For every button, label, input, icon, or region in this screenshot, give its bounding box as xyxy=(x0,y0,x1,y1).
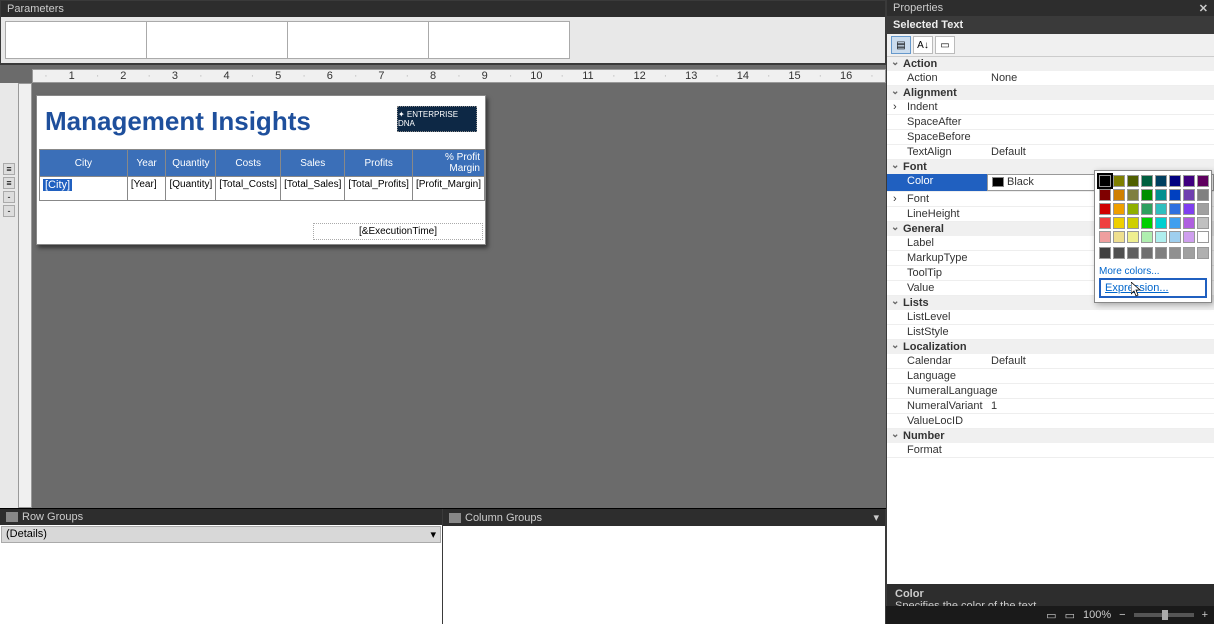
color-swatch[interactable] xyxy=(1155,247,1167,259)
color-swatch[interactable] xyxy=(1099,217,1111,229)
handle-icon[interactable]: ≡ xyxy=(3,163,15,175)
color-swatch[interactable] xyxy=(1183,231,1195,243)
param-cell[interactable] xyxy=(428,21,570,59)
tablix[interactable]: CityYearQuantityCostsSalesProfits% Profi… xyxy=(39,149,485,201)
color-swatch[interactable] xyxy=(1155,203,1167,215)
view-icon[interactable]: ▭ xyxy=(1046,609,1056,622)
categorized-button[interactable]: ▤ xyxy=(891,36,911,54)
properties-grid[interactable]: ActionActionNoneAlignment› IndentSpaceAf… xyxy=(887,57,1214,584)
color-swatch[interactable] xyxy=(1197,175,1209,187)
color-swatch[interactable] xyxy=(1155,175,1167,187)
more-colors-link[interactable]: More colors... xyxy=(1099,265,1207,278)
color-swatch[interactable] xyxy=(1141,217,1153,229)
color-swatch[interactable] xyxy=(1169,189,1181,201)
color-swatch[interactable] xyxy=(1169,175,1181,187)
chevron-down-icon[interactable]: ▾ xyxy=(430,528,436,541)
color-swatch[interactable] xyxy=(1099,231,1111,243)
color-swatch[interactable] xyxy=(1099,247,1111,259)
execution-time-field[interactable]: [&ExecutionTime] xyxy=(313,223,483,240)
param-cell[interactable] xyxy=(5,21,147,59)
color-swatch[interactable] xyxy=(1113,189,1125,201)
handle-icon[interactable]: - xyxy=(3,191,15,203)
color-swatch[interactable] xyxy=(1127,217,1139,229)
color-swatch[interactable] xyxy=(1197,217,1209,229)
color-swatch[interactable] xyxy=(1169,203,1181,215)
color-swatch[interactable] xyxy=(1127,231,1139,243)
properties-header: Properties ✕ xyxy=(887,0,1214,16)
color-swatch[interactable] xyxy=(1127,203,1139,215)
color-swatch[interactable] xyxy=(1155,189,1167,201)
color-swatch[interactable] xyxy=(1197,247,1209,259)
logo-image[interactable]: ✦ ENTERPRISE DNA xyxy=(397,106,477,132)
handle-icon[interactable]: - xyxy=(3,205,15,217)
view-icon[interactable]: ▭ xyxy=(1065,609,1075,622)
color-swatch[interactable] xyxy=(1183,203,1195,215)
color-swatch[interactable] xyxy=(1183,189,1195,201)
color-swatch[interactable] xyxy=(1169,231,1181,243)
row-handles: ≡ ≡ - - xyxy=(0,83,18,508)
zoom-out-button[interactable]: − xyxy=(1119,609,1125,621)
color-swatch[interactable] xyxy=(1141,175,1153,187)
color-swatch[interactable] xyxy=(1197,189,1209,201)
color-swatch[interactable] xyxy=(1169,247,1181,259)
color-swatch[interactable] xyxy=(1127,175,1139,187)
parameters-body xyxy=(1,17,885,63)
color-swatch[interactable] xyxy=(1141,203,1153,215)
color-swatch[interactable] xyxy=(1099,203,1111,215)
zoom-in-button[interactable]: + xyxy=(1202,609,1208,621)
property-pages-button[interactable]: ▭ xyxy=(935,36,955,54)
selected-text-label: Selected Text xyxy=(887,16,1214,34)
zoom-slider[interactable] xyxy=(1134,613,1194,617)
param-cell[interactable] xyxy=(287,21,429,59)
color-swatch[interactable] xyxy=(1127,247,1139,259)
properties-toolbar: ▤ A↓ ▭ xyxy=(887,34,1214,57)
color-swatch[interactable] xyxy=(1155,231,1167,243)
ruler-horizontal: ·1·2·3·4·5·6·7·8·9·10·11·12·13·14·15·16· xyxy=(32,69,886,83)
color-picker-popup: More colors... Expression... xyxy=(1094,170,1212,303)
status-bar: ▭ ▭ 100% − + xyxy=(886,606,1214,624)
zoom-level: 100% xyxy=(1083,609,1111,621)
expression-link[interactable]: Expression... xyxy=(1099,278,1207,298)
color-swatch[interactable] xyxy=(1127,189,1139,201)
color-swatch[interactable] xyxy=(1169,217,1181,229)
color-swatch[interactable] xyxy=(1141,189,1153,201)
color-swatch[interactable] xyxy=(1113,203,1125,215)
chevron-down-icon[interactable]: ▾ xyxy=(873,511,879,524)
report-canvas[interactable]: Management Insights ✦ ENTERPRISE DNA Cit… xyxy=(36,95,486,245)
color-swatch[interactable] xyxy=(1141,247,1153,259)
alphabetical-button[interactable]: A↓ xyxy=(913,36,933,54)
param-cell[interactable] xyxy=(146,21,288,59)
color-swatch[interactable] xyxy=(1113,247,1125,259)
grid-icon xyxy=(449,513,461,523)
color-swatch[interactable] xyxy=(1197,231,1209,243)
color-swatch[interactable] xyxy=(1141,231,1153,243)
color-swatch[interactable] xyxy=(1113,175,1125,187)
color-swatch[interactable] xyxy=(1183,175,1195,187)
row-groups-header: Row Groups xyxy=(0,509,442,525)
details-group[interactable]: (Details) ▾ xyxy=(1,526,441,543)
color-swatch[interactable] xyxy=(1099,189,1111,201)
grid-icon xyxy=(6,512,18,522)
ruler-vertical xyxy=(18,83,32,508)
color-swatch[interactable] xyxy=(1113,217,1125,229)
parameters-header: Parameters xyxy=(1,1,885,17)
color-swatch[interactable] xyxy=(1183,247,1195,259)
color-swatch[interactable] xyxy=(1183,217,1195,229)
close-icon[interactable]: ✕ xyxy=(1199,2,1208,15)
color-swatch[interactable] xyxy=(1113,231,1125,243)
color-swatch[interactable] xyxy=(1099,175,1111,187)
handle-icon[interactable]: ≡ xyxy=(3,177,15,189)
color-swatch[interactable] xyxy=(1155,217,1167,229)
column-groups-header: Column Groups ▾ xyxy=(443,509,885,526)
design-surface[interactable]: ·1·2·3·4·5·6·7·8·9·10·11·12·13·14·15·16·… xyxy=(0,64,886,508)
color-swatch[interactable] xyxy=(1197,203,1209,215)
